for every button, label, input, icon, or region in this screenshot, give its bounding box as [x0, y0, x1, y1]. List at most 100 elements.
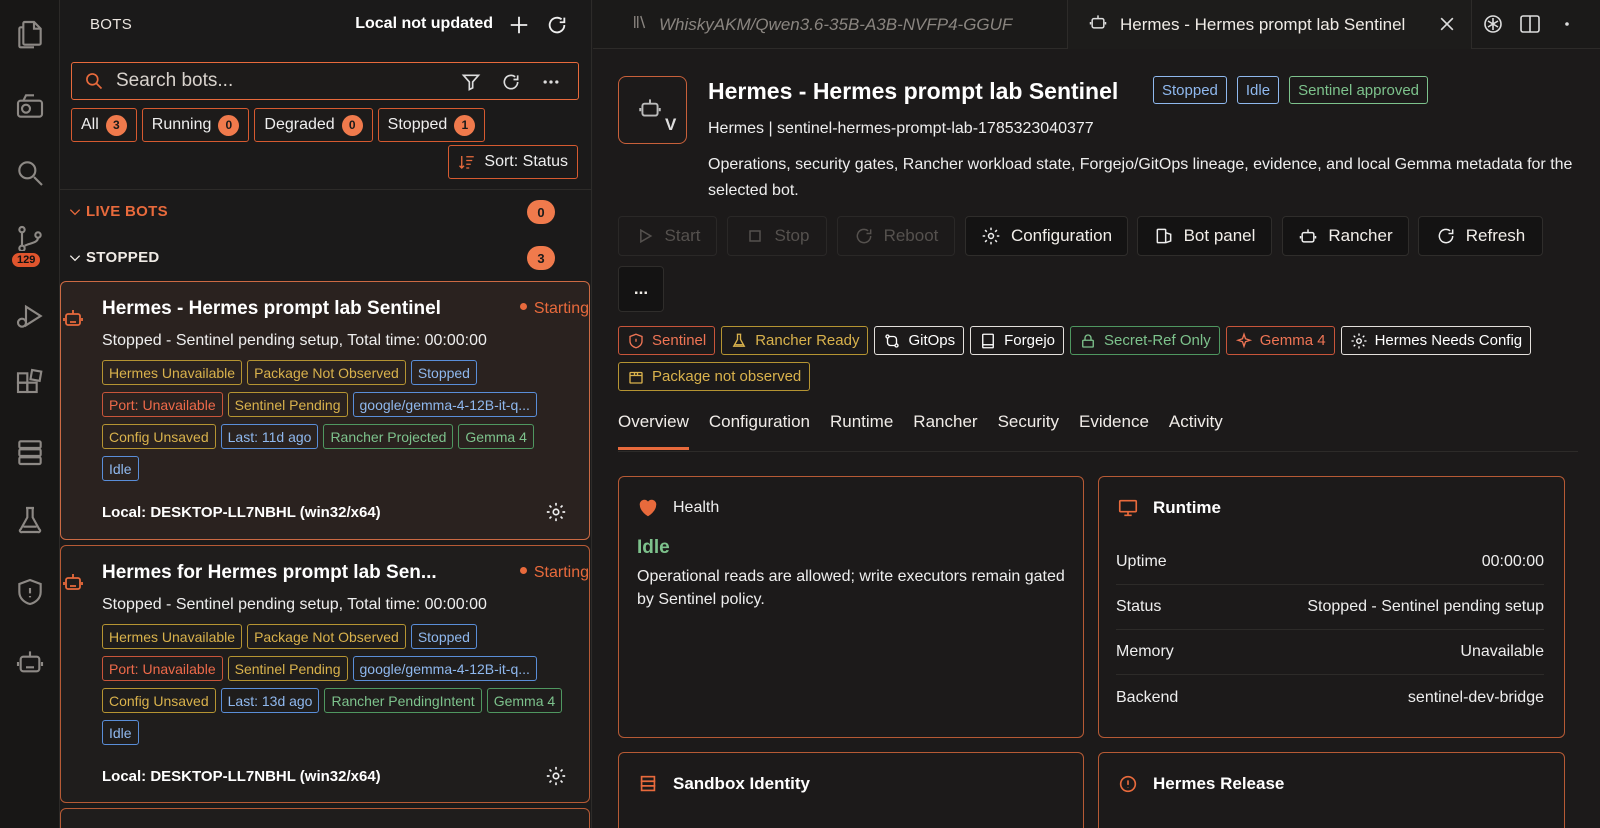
bot-card-title: Hermes for Hermes prompt lab Sen...	[102, 562, 437, 583]
gear-icon	[982, 227, 1000, 245]
filter-icon[interactable]	[458, 69, 484, 95]
chat-assistant-icon[interactable]	[1481, 12, 1507, 38]
tab-activity[interactable]: Activity	[1169, 412, 1223, 448]
sort-button[interactable]: Sort: Status	[448, 145, 578, 179]
status-tag: Last: 11d ago	[220, 424, 319, 449]
bot-identifier: Hermes | sentinel-hermes-prompt-lab-1785…	[708, 120, 1094, 137]
bot-card-host: Local: DESKTOP-LL7NBHL (win32/x64)	[102, 504, 381, 521]
start-button[interactable]: Start	[618, 216, 717, 256]
editor-tab-bar: WhiskyAKM/Qwen3.6-35B-A3B-NVFP4-GGUF Her…	[593, 0, 1600, 49]
refresh-button[interactable]: Refresh	[1418, 216, 1543, 256]
shield-icon	[629, 333, 643, 348]
refresh-icon	[548, 16, 566, 34]
more-label: ...	[633, 279, 649, 298]
filter-count: 0	[218, 114, 240, 136]
close-icon[interactable]	[1437, 14, 1457, 34]
filter-count: 1	[454, 114, 476, 136]
extensions-icon[interactable]	[10, 364, 50, 404]
more-button[interactable]: ...	[618, 266, 664, 312]
tab-bot-detail[interactable]: Hermes - Hermes prompt lab Sentinel	[1067, 0, 1472, 49]
status-badge: Stopped	[1153, 76, 1227, 104]
bot-card-tags: Hermes Unavailable Package Not Observed St…	[102, 624, 572, 745]
health-state: Idle	[637, 537, 670, 558]
bot-card-tags: Hermes Unavailable Package Not Observed St…	[102, 360, 572, 481]
reboot-button[interactable]: Reboot	[837, 216, 955, 256]
filter-degraded[interactable]: Degraded 0	[254, 108, 373, 142]
bot-panel-button[interactable]: Bot panel	[1137, 216, 1272, 256]
bot-settings-button[interactable]	[545, 501, 567, 528]
reload-icon[interactable]	[498, 69, 524, 95]
group-live-bots[interactable]: LIVE BOTS 0	[60, 197, 591, 227]
tab-configuration[interactable]: Configuration	[709, 412, 810, 448]
tabs-divider	[618, 451, 1578, 452]
sandbox-title: Sandbox Identity	[673, 774, 810, 793]
shield-icon[interactable]	[10, 572, 50, 612]
run-debug-icon[interactable]	[10, 296, 50, 336]
status-badges: Stopped Idle Sentinel approved	[1153, 76, 1429, 104]
lock-icon	[1082, 333, 1094, 348]
status-badge: Sentinel approved	[1289, 76, 1429, 104]
bot-icon[interactable]	[10, 642, 50, 682]
filter-all[interactable]: All 3	[71, 108, 137, 142]
more-options-icon[interactable]	[538, 69, 564, 95]
sandbox-header: Sandbox Identity	[637, 773, 810, 795]
configuration-label: Configuration	[1010, 226, 1113, 245]
add-bot-button[interactable]	[505, 11, 533, 39]
tab-overview[interactable]: Overview	[618, 412, 689, 450]
tab-rancher[interactable]: Rancher	[913, 412, 977, 448]
tab-security[interactable]: Security	[998, 412, 1059, 448]
search-icon[interactable]	[10, 153, 50, 193]
split-editor-icon[interactable]	[1518, 12, 1544, 38]
search-box	[71, 62, 579, 100]
configuration-button[interactable]: Configuration	[965, 216, 1128, 256]
release-title: Hermes Release	[1153, 774, 1285, 793]
filter-stopped[interactable]: Stopped 1	[377, 108, 486, 142]
rancher-button[interactable]: Rancher	[1282, 216, 1409, 256]
group-count: 0	[527, 200, 555, 224]
bot-card[interactable]: Hermes for Hermes prompt lab Sen... Star…	[60, 545, 590, 803]
monitor-icon	[1118, 499, 1138, 517]
bots-sidebar: BOTS Local not updated All 3 Running 0 Deg…	[60, 0, 592, 828]
tab-evidence[interactable]: Evidence	[1079, 412, 1149, 448]
bot-settings-button[interactable]	[545, 765, 567, 792]
more-actions-icon[interactable]	[1555, 12, 1581, 38]
files-icon[interactable]	[10, 14, 50, 54]
status-filters: All 3 Running 0 Degraded 0 Stopped 1	[71, 108, 486, 142]
filter-label: Stopped	[387, 116, 448, 133]
refresh-icon	[1438, 228, 1454, 244]
tab-runtime[interactable]: Runtime	[830, 412, 893, 448]
start-label: Start	[664, 226, 701, 245]
status-tag: Hermes Unavailable	[102, 360, 243, 385]
remote-explorer-icon[interactable]	[10, 86, 50, 126]
bot-card-host: Local: DESKTOP-LL7NBHL (win32/x64)	[102, 768, 381, 785]
tab-model[interactable]: WhiskyAKM/Qwen3.6-35B-A3B-NVFP4-GGUF	[593, 0, 1067, 49]
source-control-badge: 129	[10, 251, 43, 269]
status-tag: Gemma 4	[486, 688, 563, 713]
capability-chip: Hermes Needs Config	[1340, 326, 1532, 355]
status-tag: Stopped	[410, 360, 477, 385]
info-icon	[1119, 775, 1137, 793]
group-stopped[interactable]: STOPPED 3	[60, 243, 591, 273]
rancher-label: Rancher	[1328, 226, 1393, 245]
release-panel: Hermes Release	[1098, 752, 1565, 828]
filter-running[interactable]: Running 0	[141, 108, 250, 142]
group-count: 3	[527, 246, 555, 270]
lab-flask-icon[interactable]	[10, 500, 50, 540]
bot-card[interactable]	[60, 808, 590, 828]
health-text: Operational reads are allowed; write exe…	[637, 568, 1065, 608]
runtime-panel: Runtime Uptime 00:00:00 Status Stopped - S…	[1098, 476, 1565, 738]
database-icon	[640, 775, 656, 792]
capability-chip: Gemma 4	[1225, 326, 1335, 355]
capability-chip: GitOps	[874, 326, 965, 355]
search-input[interactable]	[116, 69, 446, 93]
runtime-row: Memory Unavailable	[1116, 630, 1544, 675]
runtime-row: Uptime 00:00:00	[1116, 540, 1544, 585]
status-tag: Idle	[102, 456, 139, 481]
refresh-bots-button[interactable]	[543, 11, 571, 39]
stop-button[interactable]: Stop	[727, 216, 827, 256]
release-header: Hermes Release	[1117, 773, 1284, 795]
bot-card[interactable]: Hermes - Hermes prompt lab Sentinel Star…	[60, 281, 590, 540]
bot-card-title: Hermes - Hermes prompt lab Sentinel	[102, 298, 441, 319]
status-badge: Idle	[1236, 76, 1280, 104]
database-icon[interactable]	[10, 432, 50, 472]
